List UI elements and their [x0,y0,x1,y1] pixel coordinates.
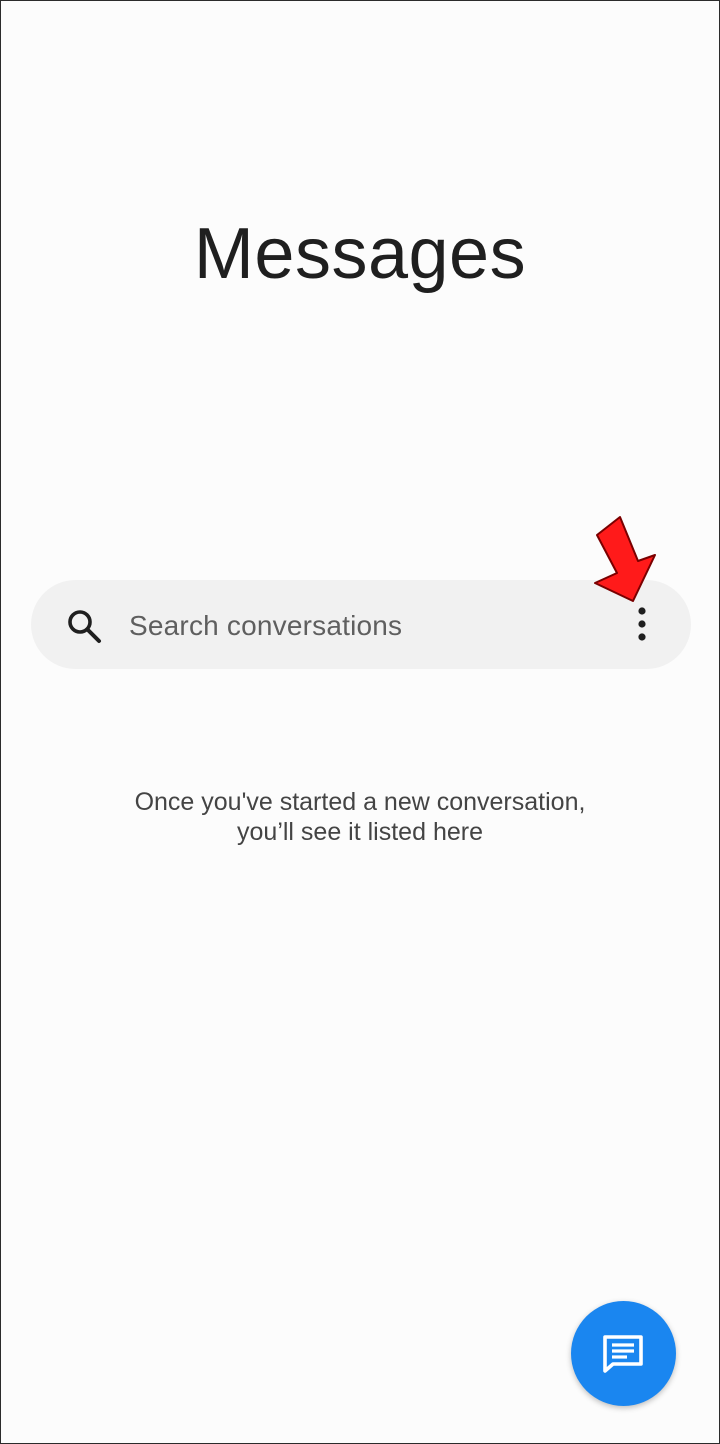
empty-state-message: Once you've started a new conversation, … [1,787,719,847]
screen: Messages Search conversations Once you'v… [0,0,720,1444]
new-message-icon [603,1335,643,1373]
page-title: Messages [193,214,527,294]
empty-state-line-1: Once you've started a new conversation, [134,788,586,816]
search-icon[interactable] [65,607,103,645]
start-chat-button[interactable] [571,1301,676,1406]
empty-state-line-2: you’ll see it listed here [237,818,483,846]
annotation-arrow-icon [594,516,656,602]
search-input[interactable]: Search conversations [129,607,402,645]
